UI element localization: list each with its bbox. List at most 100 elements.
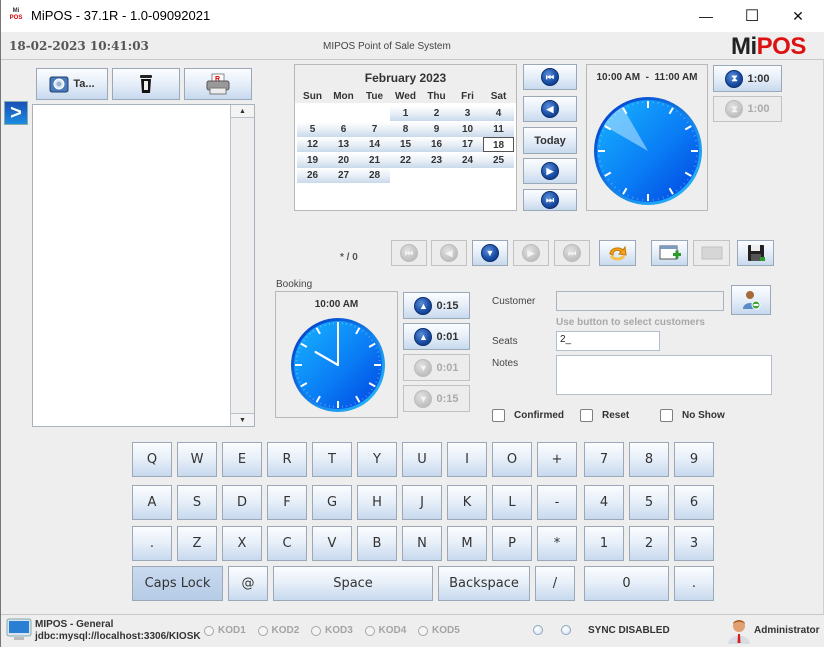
key-0-row3[interactable]: . — [132, 526, 172, 561]
calendar-day[interactable]: 16 — [421, 137, 452, 152]
key-2-row3[interactable]: X — [222, 526, 262, 561]
calendar-day[interactable]: 27 — [328, 168, 359, 183]
delete-button[interactable] — [112, 68, 180, 100]
calendar-day[interactable]: 26 — [297, 168, 328, 183]
notes-textarea[interactable] — [556, 355, 772, 395]
calendar-prev-button[interactable]: ◀ — [523, 96, 577, 122]
reset-checkbox-box[interactable] — [580, 409, 593, 422]
caps-lock-key[interactable]: Caps Lock — [132, 566, 223, 601]
record-down-button[interactable]: ▼ — [472, 240, 508, 266]
key-1-row1[interactable]: W — [177, 442, 217, 477]
calendar-day[interactable]: 24 — [452, 152, 483, 168]
calendar-day[interactable]: 9 — [421, 121, 452, 137]
key-8-row3[interactable]: P — [492, 526, 532, 561]
calendar-day[interactable]: 8 — [390, 121, 421, 137]
calendar-day[interactable]: 15 — [390, 137, 421, 152]
key-6-row2[interactable]: J — [402, 485, 442, 520]
calendar-day[interactable]: 7 — [359, 121, 390, 137]
confirmed-checkbox[interactable]: Confirmed — [492, 409, 564, 422]
calendar-day[interactable]: 12 — [297, 137, 328, 152]
range-clock-face[interactable] — [592, 95, 704, 207]
key-8-row1[interactable]: O — [492, 442, 532, 477]
key-2-row2[interactable]: D — [222, 485, 262, 520]
at-key[interactable]: @ — [228, 566, 268, 601]
key-2-row1[interactable]: E — [222, 442, 262, 477]
key-6-row3[interactable]: N — [402, 526, 442, 561]
numpad-key-6[interactable]: 6 — [674, 485, 714, 520]
reset-checkbox[interactable]: Reset — [580, 409, 629, 422]
booking-clock-face[interactable] — [289, 316, 387, 414]
calendar-day[interactable]: 20 — [328, 152, 359, 168]
save-button[interactable] — [737, 240, 774, 266]
key-5-row2[interactable]: H — [357, 485, 397, 520]
key-3-row2[interactable]: F — [267, 485, 307, 520]
backspace-key[interactable]: Backspace — [438, 566, 530, 601]
key-4-row2[interactable]: G — [312, 485, 352, 520]
calendar-first-button[interactable]: ⏮ — [523, 64, 577, 90]
numpad-key-7[interactable]: 7 — [584, 442, 624, 477]
noshow-checkbox-box[interactable] — [660, 409, 673, 422]
duration-increase-button[interactable]: ⧗ 1:00 — [713, 65, 782, 92]
numpad-key-4[interactable]: 4 — [584, 485, 624, 520]
confirmed-checkbox-box[interactable] — [492, 409, 505, 422]
calendar-day[interactable]: 11 — [483, 121, 514, 137]
sidebar-expand-button[interactable]: > — [4, 101, 28, 125]
scroll-down-button[interactable]: ▼ — [231, 413, 254, 426]
key-1-row2[interactable]: S — [177, 485, 217, 520]
scroll-up-button[interactable]: ▲ — [231, 105, 254, 118]
calendar-next-button[interactable]: ▶ — [523, 158, 577, 184]
seats-input[interactable]: 2_ — [556, 331, 660, 351]
numpad-key-5[interactable]: 5 — [629, 485, 669, 520]
key-9-row2[interactable]: - — [537, 485, 577, 520]
key-7-row3[interactable]: M — [447, 526, 487, 561]
numpad-key-1[interactable]: 1 — [584, 526, 624, 561]
key-9-row1[interactable]: + — [537, 442, 577, 477]
calendar-day[interactable]: 6 — [328, 121, 359, 137]
ticket-list-scrollbar[interactable]: ▲ ▼ — [230, 105, 254, 426]
key-0-row2[interactable]: A — [132, 485, 172, 520]
ticket-list[interactable]: ▲ ▼ — [32, 104, 255, 427]
select-customer-button[interactable] — [731, 285, 771, 315]
calendar-day[interactable]: 23 — [421, 152, 452, 168]
calendar-day[interactable]: 4 — [483, 106, 514, 121]
minimize-button[interactable]: — — [683, 0, 729, 32]
key-8-row2[interactable]: L — [492, 485, 532, 520]
time-up-15-button[interactable]: ▲ 0:15 — [403, 292, 470, 319]
calendar-last-button[interactable]: ⏭ — [523, 189, 577, 211]
refresh-button[interactable] — [599, 240, 636, 266]
numpad-key-8[interactable]: 8 — [629, 442, 669, 477]
print-receipt-button[interactable]: R — [184, 68, 252, 100]
calendar-day[interactable]: 3 — [452, 106, 483, 121]
calendar-day[interactable]: 19 — [297, 152, 328, 168]
key-3-row1[interactable]: R — [267, 442, 307, 477]
key-5-row3[interactable]: B — [357, 526, 397, 561]
space-key[interactable]: Space — [273, 566, 433, 601]
table-button[interactable]: Ta... — [36, 68, 108, 100]
key-6-row1[interactable]: U — [402, 442, 442, 477]
customer-field[interactable] — [556, 291, 724, 311]
key-9-row3[interactable]: * — [537, 526, 577, 561]
numpad-key-0[interactable]: 0 — [584, 566, 669, 601]
calendar-day[interactable]: 25 — [483, 152, 514, 168]
maximize-button[interactable]: ☐ — [729, 0, 775, 32]
calendar-day[interactable]: 10 — [452, 121, 483, 137]
calendar-day[interactable]: 13 — [328, 137, 359, 152]
slash-key[interactable]: / — [535, 566, 575, 601]
new-booking-button[interactable] — [651, 240, 688, 266]
calendar-day[interactable]: 2 — [421, 106, 452, 121]
calendar-day[interactable]: 21 — [359, 152, 390, 168]
calendar-day[interactable]: 17 — [452, 137, 483, 152]
key-0-row1[interactable]: Q — [132, 442, 172, 477]
key-5-row1[interactable]: Y — [357, 442, 397, 477]
numpad-key-dot[interactable]: . — [674, 566, 714, 601]
key-4-row3[interactable]: V — [312, 526, 352, 561]
key-4-row1[interactable]: T — [312, 442, 352, 477]
numpad-key-3[interactable]: 3 — [674, 526, 714, 561]
calendar-today-button[interactable]: Today — [523, 127, 577, 154]
calendar-day[interactable]: 28 — [359, 168, 390, 183]
numpad-key-9[interactable]: 9 — [674, 442, 714, 477]
key-3-row3[interactable]: C — [267, 526, 307, 561]
calendar-day[interactable]: 5 — [297, 121, 328, 137]
key-7-row2[interactable]: K — [447, 485, 487, 520]
calendar-day[interactable]: 1 — [390, 106, 421, 121]
